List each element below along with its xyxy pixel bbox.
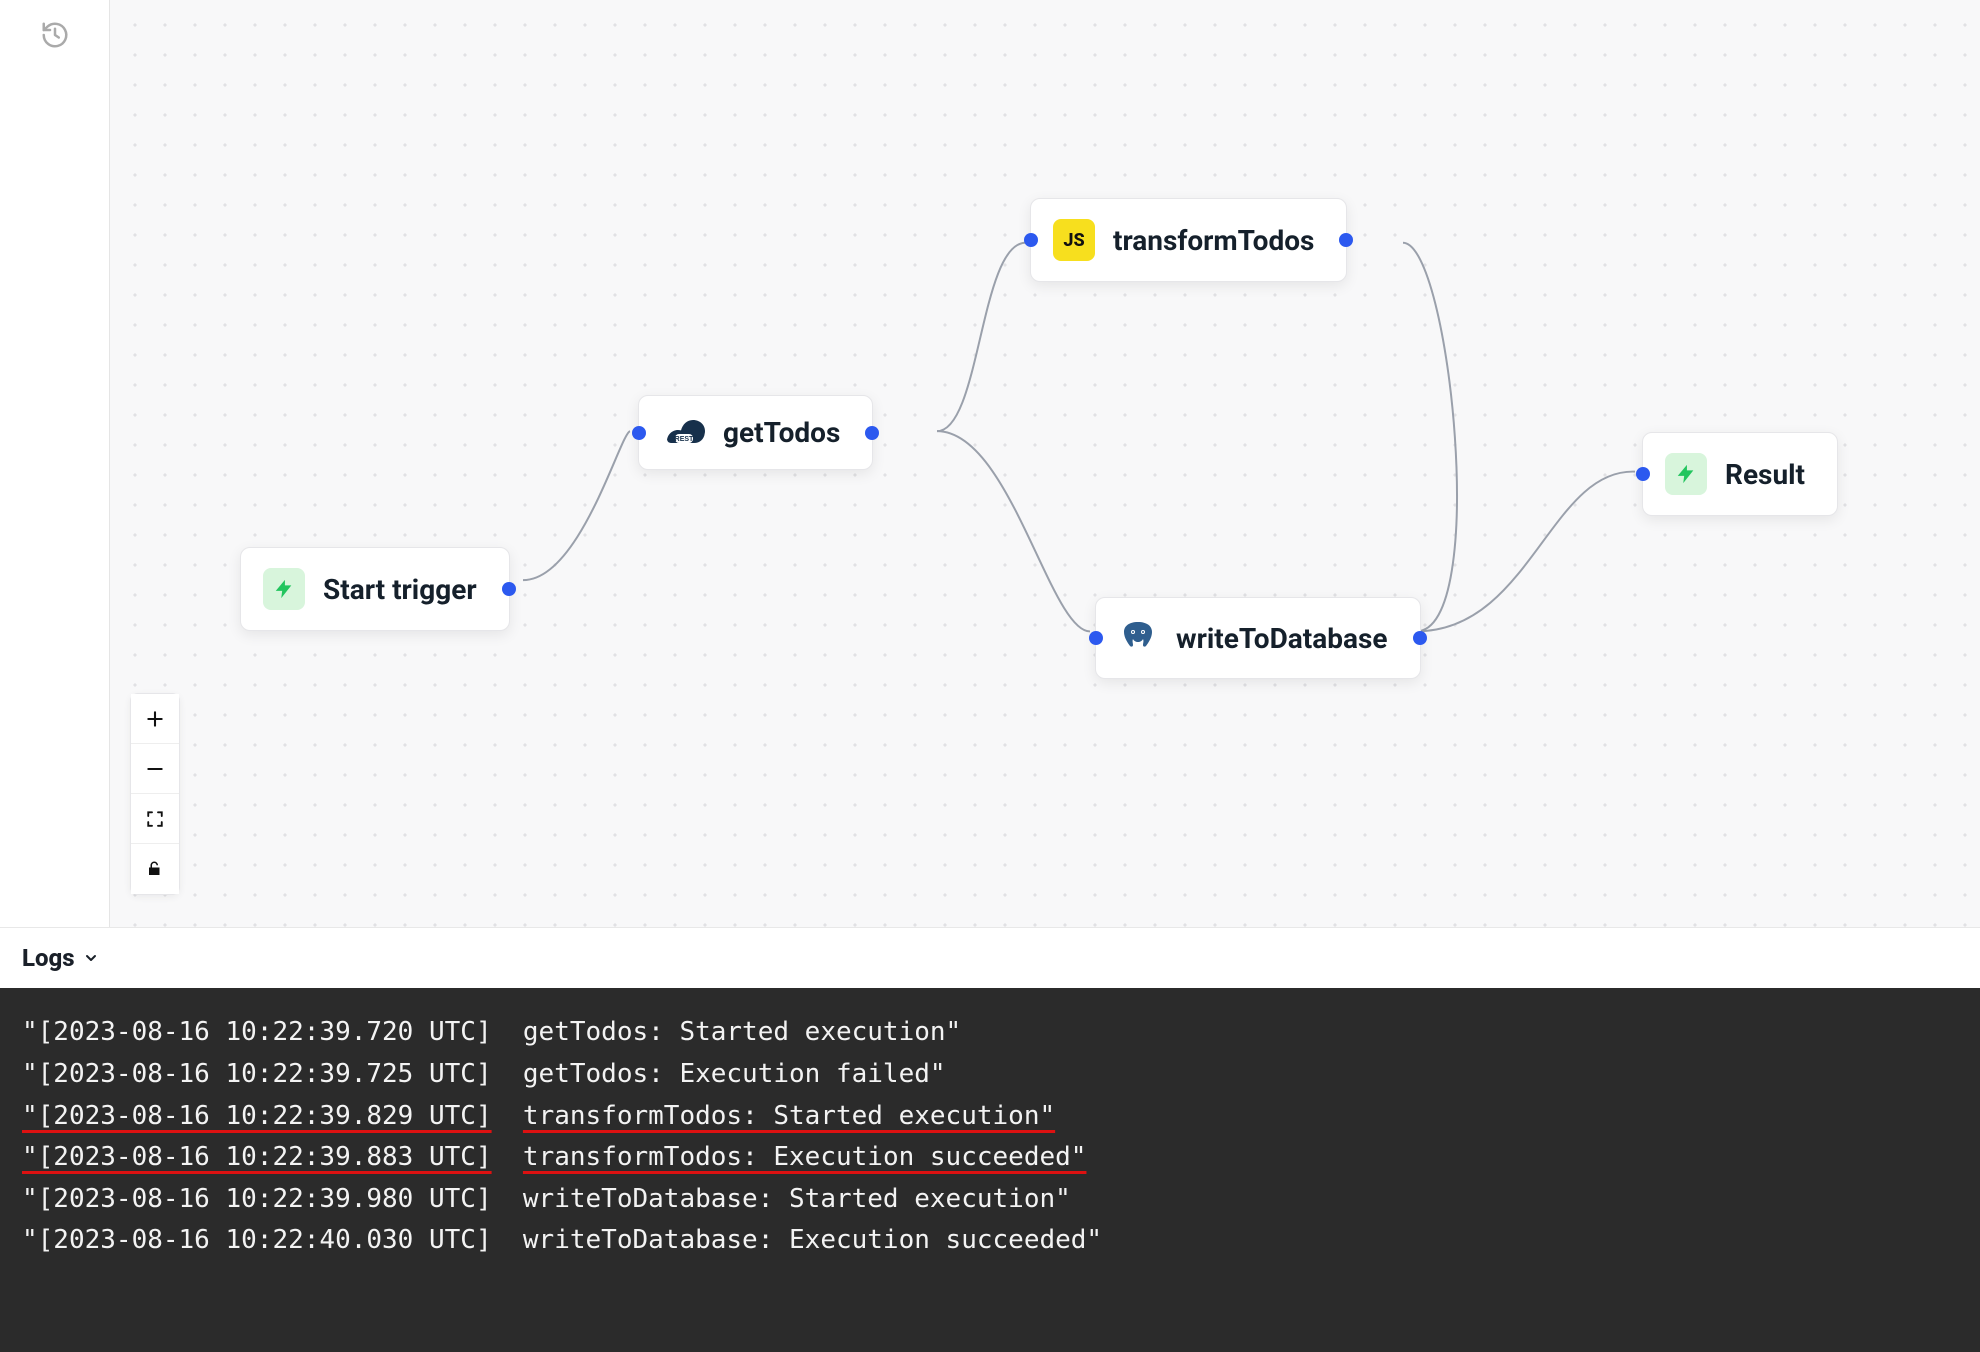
history-icon[interactable] bbox=[40, 20, 70, 54]
log-line: "[2023-08-16 10:22:39.720 UTC] getTodos:… bbox=[22, 1012, 1958, 1054]
zoom-controls bbox=[130, 693, 180, 895]
logs-title: Logs bbox=[22, 944, 75, 972]
svg-text:{REST}: {REST} bbox=[672, 436, 696, 443]
node-transform-todos[interactable]: JS transformTodos bbox=[1030, 198, 1347, 282]
node-label: Result bbox=[1725, 458, 1805, 491]
logs-header[interactable]: Logs bbox=[0, 927, 1980, 988]
chevron-down-icon bbox=[83, 950, 99, 966]
left-rail bbox=[0, 0, 110, 927]
node-start-trigger[interactable]: Start trigger bbox=[240, 547, 510, 631]
port-out[interactable] bbox=[1413, 631, 1427, 645]
node-label: getTodos bbox=[723, 416, 840, 449]
trigger-icon bbox=[1665, 453, 1707, 495]
port-in[interactable] bbox=[632, 426, 646, 440]
trigger-icon bbox=[263, 568, 305, 610]
port-out[interactable] bbox=[1339, 233, 1353, 247]
zoom-in-button[interactable] bbox=[131, 694, 179, 744]
node-get-todos[interactable]: {REST} getTodos bbox=[638, 395, 873, 470]
log-line: "[2023-08-16 10:22:39.829 UTC] transform… bbox=[22, 1096, 1958, 1138]
js-icon: JS bbox=[1053, 219, 1095, 261]
node-label: Start trigger bbox=[323, 573, 477, 606]
zoom-fit-button[interactable] bbox=[131, 794, 179, 844]
port-in[interactable] bbox=[1089, 631, 1103, 645]
lock-button[interactable] bbox=[131, 844, 179, 894]
logs-panel: "[2023-08-16 10:22:39.720 UTC] getTodos:… bbox=[0, 988, 1980, 1352]
node-label: transformTodos bbox=[1113, 224, 1314, 257]
workflow-canvas[interactable]: Start trigger {REST} getTodos JS transfo… bbox=[110, 0, 1980, 927]
log-line: "[2023-08-16 10:22:40.030 UTC] writeToDa… bbox=[22, 1220, 1958, 1262]
port-out[interactable] bbox=[865, 426, 879, 440]
port-in[interactable] bbox=[1636, 467, 1650, 481]
node-result[interactable]: Result bbox=[1642, 432, 1838, 516]
port-in[interactable] bbox=[1024, 233, 1038, 247]
log-line: "[2023-08-16 10:22:39.883 UTC] transform… bbox=[22, 1137, 1958, 1179]
node-write-to-database[interactable]: writeToDatabase bbox=[1095, 597, 1421, 679]
rest-icon: {REST} bbox=[661, 417, 705, 449]
log-line: "[2023-08-16 10:22:39.980 UTC] writeToDa… bbox=[22, 1179, 1958, 1221]
zoom-out-button[interactable] bbox=[131, 744, 179, 794]
postgres-icon bbox=[1118, 618, 1158, 658]
port-out[interactable] bbox=[502, 582, 516, 596]
log-line: "[2023-08-16 10:22:39.725 UTC] getTodos:… bbox=[22, 1054, 1958, 1096]
node-label: writeToDatabase bbox=[1176, 622, 1388, 655]
